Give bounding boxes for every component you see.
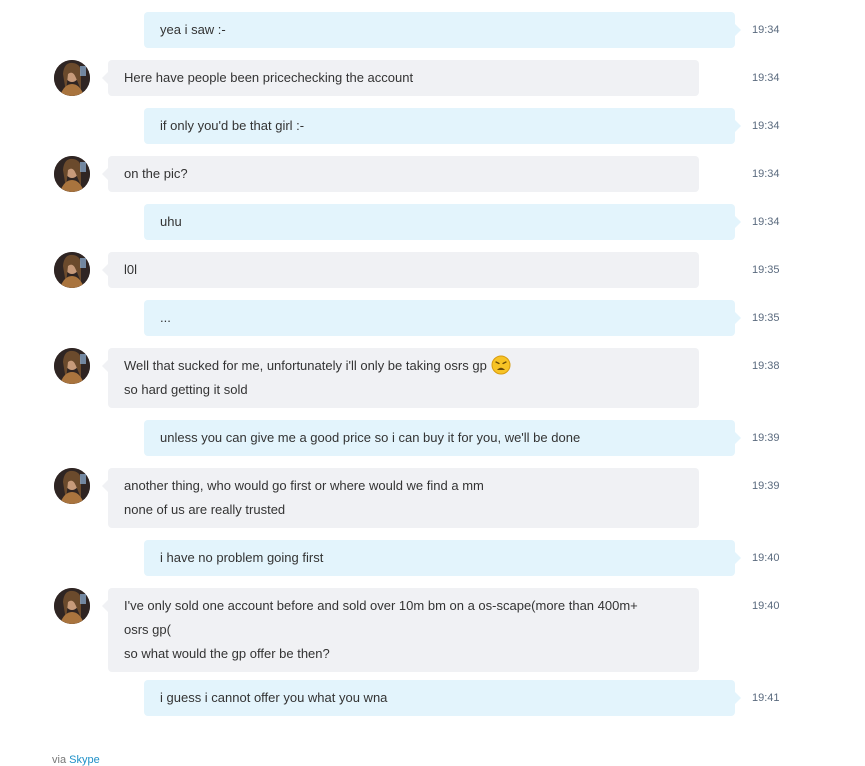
contact-avatar[interactable] [54, 588, 90, 624]
outgoing-message[interactable]: if only you'd be that girl :- [144, 108, 741, 144]
incoming-message[interactable]: another thing, who would go first or whe… [102, 468, 699, 528]
outgoing-message[interactable]: yea i saw :- [144, 12, 741, 48]
message-text: so hard getting it sold [124, 382, 248, 397]
message-timestamp: 19:34 [752, 168, 780, 180]
outgoing-message[interactable]: i guess i cannot offer you what you wna [144, 680, 741, 716]
message-timestamp: 19:34 [752, 72, 780, 84]
message-text: on the pic? [124, 166, 188, 181]
message-text: another thing, who would go first or whe… [124, 478, 484, 493]
message-timestamp: 19:34 [752, 24, 780, 36]
incoming-message[interactable]: l0l [102, 252, 699, 288]
contact-avatar[interactable] [54, 468, 90, 504]
incoming-message[interactable]: Well that sucked for me, unfortunately i… [102, 348, 699, 408]
contact-avatar[interactable] [54, 348, 90, 384]
message-text: l0l [124, 262, 138, 277]
skype-link[interactable]: Skype [69, 754, 100, 766]
message-timestamp: 19:39 [752, 432, 780, 444]
message-timestamp: 19:39 [752, 480, 780, 492]
message-timestamp: 19:35 [752, 264, 780, 276]
outgoing-message[interactable]: ... [144, 300, 741, 336]
message-timestamp: 19:34 [752, 120, 780, 132]
outgoing-message[interactable]: i have no problem going first [144, 540, 741, 576]
contact-avatar[interactable] [54, 252, 90, 288]
tired-face-emoji [491, 355, 511, 375]
outgoing-message[interactable]: unless you can give me a good price so i… [144, 420, 741, 456]
contact-avatar[interactable] [54, 60, 90, 96]
outgoing-message[interactable]: uhu [144, 204, 741, 240]
message-timestamp: 19:41 [752, 692, 780, 704]
message-text: so what would the gp offer be then? [124, 646, 330, 661]
message-text: if only you'd be that girl :- [160, 118, 305, 133]
message-text: i guess i cannot offer you what you wna [160, 690, 388, 705]
incoming-message[interactable]: on the pic? [102, 156, 699, 192]
message-text: uhu [160, 214, 182, 229]
message-text: osrs gp( [124, 622, 171, 637]
message-text: Here have people been pricechecking the … [124, 70, 414, 85]
incoming-message[interactable]: Here have people been pricechecking the … [102, 60, 699, 96]
message-text: unless you can give me a good price so i… [160, 430, 581, 445]
message-text: i have no problem going first [160, 550, 324, 565]
message-timestamp: 19:38 [752, 360, 780, 372]
message-text: none of us are really trusted [124, 502, 286, 517]
footer-via: via [52, 754, 67, 766]
message-timestamp: 19:34 [752, 216, 780, 228]
message-text: I've only sold one account before and so… [124, 598, 638, 613]
incoming-message[interactable]: I've only sold one account before and so… [102, 588, 699, 672]
footer: via Skype [52, 754, 100, 766]
message-timestamp: 19:35 [752, 312, 780, 324]
message-text: ... [160, 310, 171, 325]
message-text: Well that sucked for me, unfortunately i… [124, 354, 683, 378]
message-text: yea i saw :- [160, 22, 226, 37]
chat-history: yea i saw :- 19:34 Here have people been p… [0, 0, 865, 762]
message-timestamp: 19:40 [752, 600, 780, 612]
contact-avatar[interactable] [54, 156, 90, 192]
message-timestamp: 19:40 [752, 552, 780, 564]
